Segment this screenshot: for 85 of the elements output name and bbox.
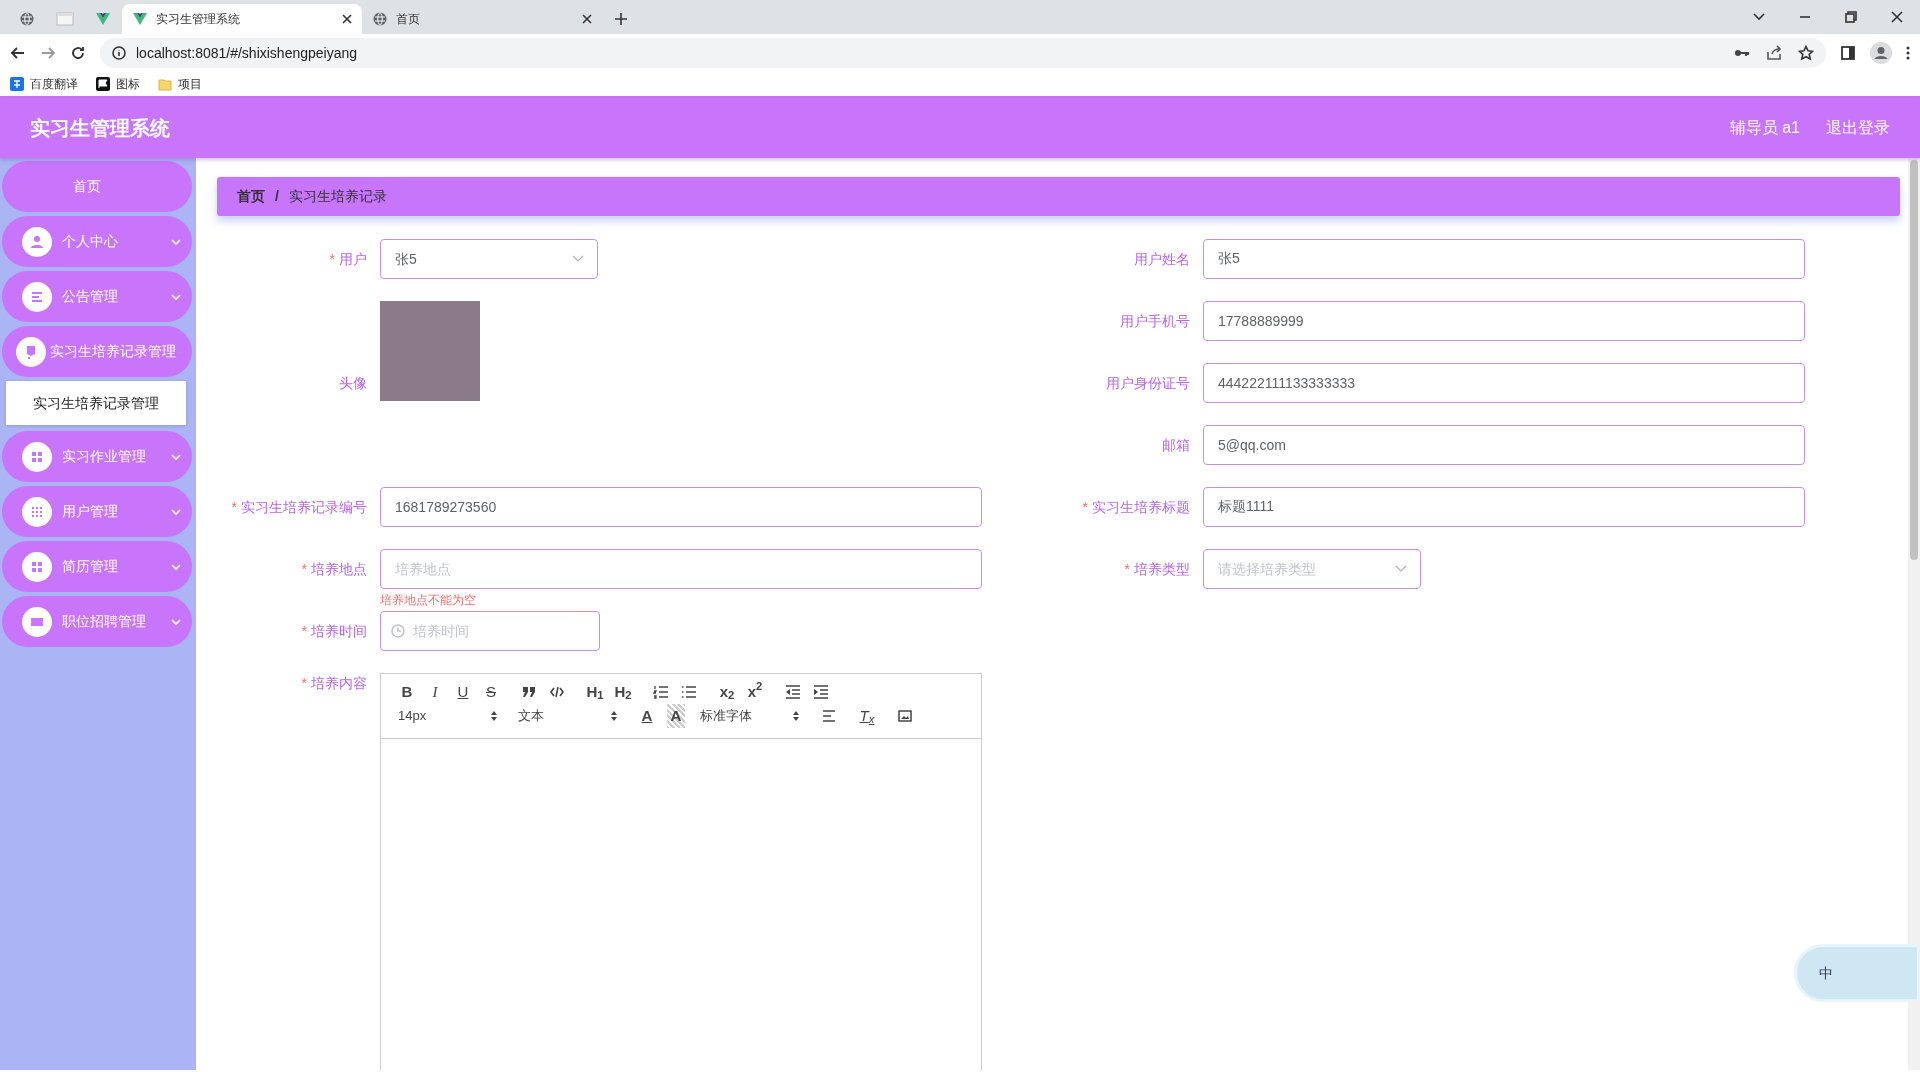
side-panel-icon[interactable] — [1840, 45, 1856, 61]
field-label: 头像 — [338, 374, 367, 393]
share-icon[interactable] — [1766, 45, 1782, 61]
field-label: * 实习生培养记录编号 — [230, 498, 367, 517]
field-label: 用户姓名 — [1133, 250, 1190, 269]
text-field[interactable]: 张5 — [1203, 239, 1805, 279]
url-text: localhost:8081/#/shixishengpeiyang — [136, 43, 358, 63]
bookmark[interactable]: 百度翻译 — [10, 75, 78, 93]
text-field[interactable]: 444222111133333333 — [1203, 363, 1805, 403]
outdent-icon — [785, 685, 801, 699]
browser-tab[interactable]: 首页 — [362, 4, 602, 34]
toolbar-button[interactable]: A — [667, 704, 685, 728]
close-icon[interactable] — [1890, 10, 1904, 24]
close-icon[interactable] — [342, 14, 352, 24]
field-label: * 实习生培养标题 — [1081, 498, 1190, 517]
v-logo-icon — [132, 11, 148, 27]
field-label: * 培养时间 — [300, 622, 367, 641]
back-arrow-icon[interactable] — [10, 45, 26, 61]
scrollbar-thumb[interactable] — [1910, 160, 1918, 560]
person-icon — [29, 233, 45, 250]
v-logo-icon[interactable] — [95, 11, 111, 27]
text-field[interactable]: 17788889999 — [1203, 301, 1805, 341]
toolbar-button[interactable]: H$_{2}$ — [609, 680, 637, 704]
submenu-item[interactable]: 实习生培养记录管理 — [6, 381, 186, 425]
ordered-list-icon — [653, 685, 669, 699]
field-label: 用户身份证号 — [1105, 374, 1190, 393]
rich-text-editor[interactable]: B I U S H$_{1}$ H$_{2}$ x$_{2}$ x$^{2}$ 14px 文本 A A 标准字体 T$_{x}$ — [380, 673, 982, 1070]
breadcrumb-separator: / — [275, 187, 279, 206]
forward-arrow-icon[interactable] — [40, 45, 56, 61]
floating-widget[interactable]: 中 — [1794, 944, 1920, 1002]
plus-icon[interactable] — [614, 12, 628, 26]
address-bar[interactable]: localhost:8081/#/shixishengpeiyang — [100, 38, 1826, 68]
globe-icon[interactable] — [19, 11, 35, 27]
restore-icon[interactable] — [1844, 10, 1858, 24]
field-label: 邮箱 — [1161, 436, 1190, 455]
toolbar-button[interactable]: A — [633, 704, 661, 728]
toolbar-button[interactable]: B — [393, 680, 421, 704]
more-menu-icon[interactable] — [1906, 45, 1910, 61]
field-label: * 培养类型 — [1123, 560, 1190, 579]
quote-icon — [522, 686, 536, 698]
toolbar-button[interactable]: U — [449, 680, 477, 704]
toolbar-button[interactable]: I — [421, 680, 449, 704]
toolbar-button[interactable]: 14px — [393, 704, 503, 728]
up-down-caret-icon — [792, 710, 800, 722]
image-icon — [898, 710, 912, 722]
browser-tab[interactable]: 实习生管理系统 — [122, 4, 362, 34]
reload-icon[interactable] — [70, 45, 86, 61]
toolbar-button[interactable]: x$^{2}$ — [741, 680, 769, 704]
field-label: * 培养内容 — [300, 674, 367, 693]
folder-icon — [158, 77, 172, 91]
bullet-list-icon — [681, 685, 697, 699]
up-down-caret-icon — [610, 710, 618, 722]
bookmark[interactable]: 项目 — [158, 75, 202, 93]
breadcrumb-link[interactable]: 首页 — [237, 186, 265, 207]
field-label: * 培养地点 — [300, 560, 367, 579]
profile-icon[interactable] — [1870, 42, 1892, 64]
error-message: 培养地点不能为空 — [380, 592, 477, 609]
app-title: 实习生管理系统 — [30, 116, 170, 141]
text-field[interactable]: 培养地点 — [380, 549, 982, 589]
text-field[interactable]: 5@qq.com — [1203, 425, 1805, 465]
indent-icon — [813, 685, 829, 699]
code-icon — [550, 686, 564, 698]
scrollbar[interactable] — [1908, 158, 1920, 1070]
toolbar-button[interactable]: T$_{x}$ — [853, 704, 881, 728]
bookmark[interactable]: 图标 — [96, 75, 140, 93]
toolbar-button[interactable]: 文本 — [513, 704, 623, 728]
flag-icon — [96, 77, 110, 91]
text-field[interactable]: 标题1111 — [1203, 487, 1805, 527]
up-down-caret-icon — [490, 710, 498, 722]
star-icon[interactable] — [1798, 45, 1814, 61]
clock-icon — [391, 624, 405, 638]
field-label: 用户手机号 — [1119, 312, 1190, 331]
align-left-icon — [822, 710, 836, 722]
toolbar-button[interactable]: H$_{1}$ — [581, 680, 609, 704]
globe-icon — [372, 11, 388, 27]
close-icon[interactable] — [582, 14, 592, 24]
info-icon — [112, 46, 126, 60]
field-label: * 用户 — [328, 250, 367, 269]
select-field[interactable]: 张5 — [380, 239, 598, 279]
key-icon[interactable] — [1734, 48, 1750, 58]
text-field[interactable]: 1681789273560 — [380, 487, 982, 527]
translate-icon — [10, 77, 24, 91]
toolbar-button[interactable]: x$_{2}$ — [713, 680, 741, 704]
toolbar-button[interactable]: S — [477, 680, 505, 704]
toolbar-button[interactable]: 标准字体 — [695, 704, 805, 728]
